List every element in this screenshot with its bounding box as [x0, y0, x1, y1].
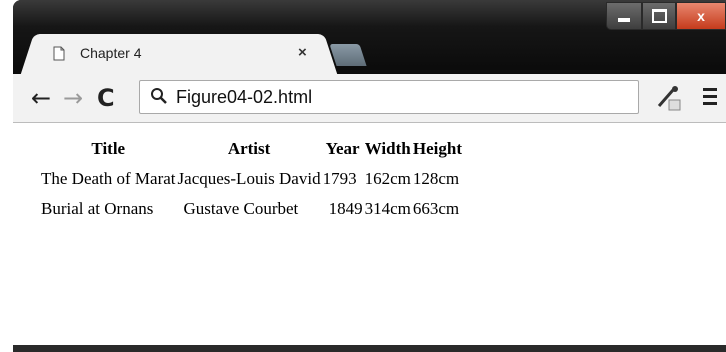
- cell-title: Burial at Ornans: [41, 199, 154, 218]
- eyedropper-extension-icon[interactable]: [655, 84, 683, 117]
- maximize-icon: [651, 9, 667, 23]
- table-row: Burial at Ornans Gustave Courbet 1849 31…: [41, 199, 462, 219]
- cell-width: 314cm: [364, 199, 411, 218]
- menu-icon[interactable]: [703, 88, 717, 109]
- new-tab-button[interactable]: [329, 44, 367, 66]
- tab-title: Chapter 4: [80, 45, 142, 61]
- cell-height: 663cm: [412, 199, 460, 218]
- header-artist: Artist: [227, 139, 271, 158]
- cell-year: 1793: [322, 169, 357, 188]
- browser-window: x Chapter 4 × ← → C Figure04-02.html Tit…: [13, 0, 726, 352]
- maximize-button[interactable]: [642, 2, 676, 30]
- close-window-button[interactable]: x: [676, 2, 726, 30]
- reload-button[interactable]: C: [97, 86, 115, 110]
- cell-artist: Gustave Courbet: [183, 199, 299, 218]
- search-icon: [150, 87, 168, 112]
- header-width: Width: [364, 139, 411, 158]
- close-icon: x: [697, 8, 705, 24]
- minimize-icon: [618, 18, 630, 22]
- window-bottom-border: [13, 345, 726, 352]
- header-height: Height: [412, 139, 462, 158]
- back-button[interactable]: ←: [31, 86, 51, 110]
- address-bar[interactable]: Figure04-02.html: [139, 80, 639, 114]
- title-bar: x Chapter 4 ×: [13, 0, 726, 76]
- url-text: Figure04-02.html: [176, 87, 313, 107]
- table-row: The Death of Marat Jacques-Louis David 1…: [41, 169, 462, 189]
- toolbar: ← → C Figure04-02.html: [13, 74, 726, 123]
- minimize-button[interactable]: [606, 2, 642, 30]
- page-content: Title Artist Year Width Height The Death…: [13, 123, 726, 345]
- cell-artist: Jacques-Louis David: [177, 169, 321, 188]
- window-controls: x: [606, 2, 726, 30]
- cell-height: 128cm: [412, 169, 460, 188]
- header-title: Title: [91, 139, 126, 158]
- cell-year: 1849: [328, 199, 363, 218]
- cell-title: The Death of Marat: [41, 169, 176, 188]
- header-year: Year: [325, 139, 360, 158]
- cell-width: 162cm: [364, 169, 411, 188]
- paintings-table: Title Artist Year Width Height The Death…: [39, 129, 464, 229]
- tab-chapter-4[interactable]: Chapter 4 ×: [35, 34, 323, 74]
- page-icon: [53, 46, 65, 66]
- tab-close-icon[interactable]: ×: [298, 44, 307, 61]
- table-header-row: Title Artist Year Width Height: [41, 139, 462, 159]
- forward-button[interactable]: →: [63, 86, 83, 110]
